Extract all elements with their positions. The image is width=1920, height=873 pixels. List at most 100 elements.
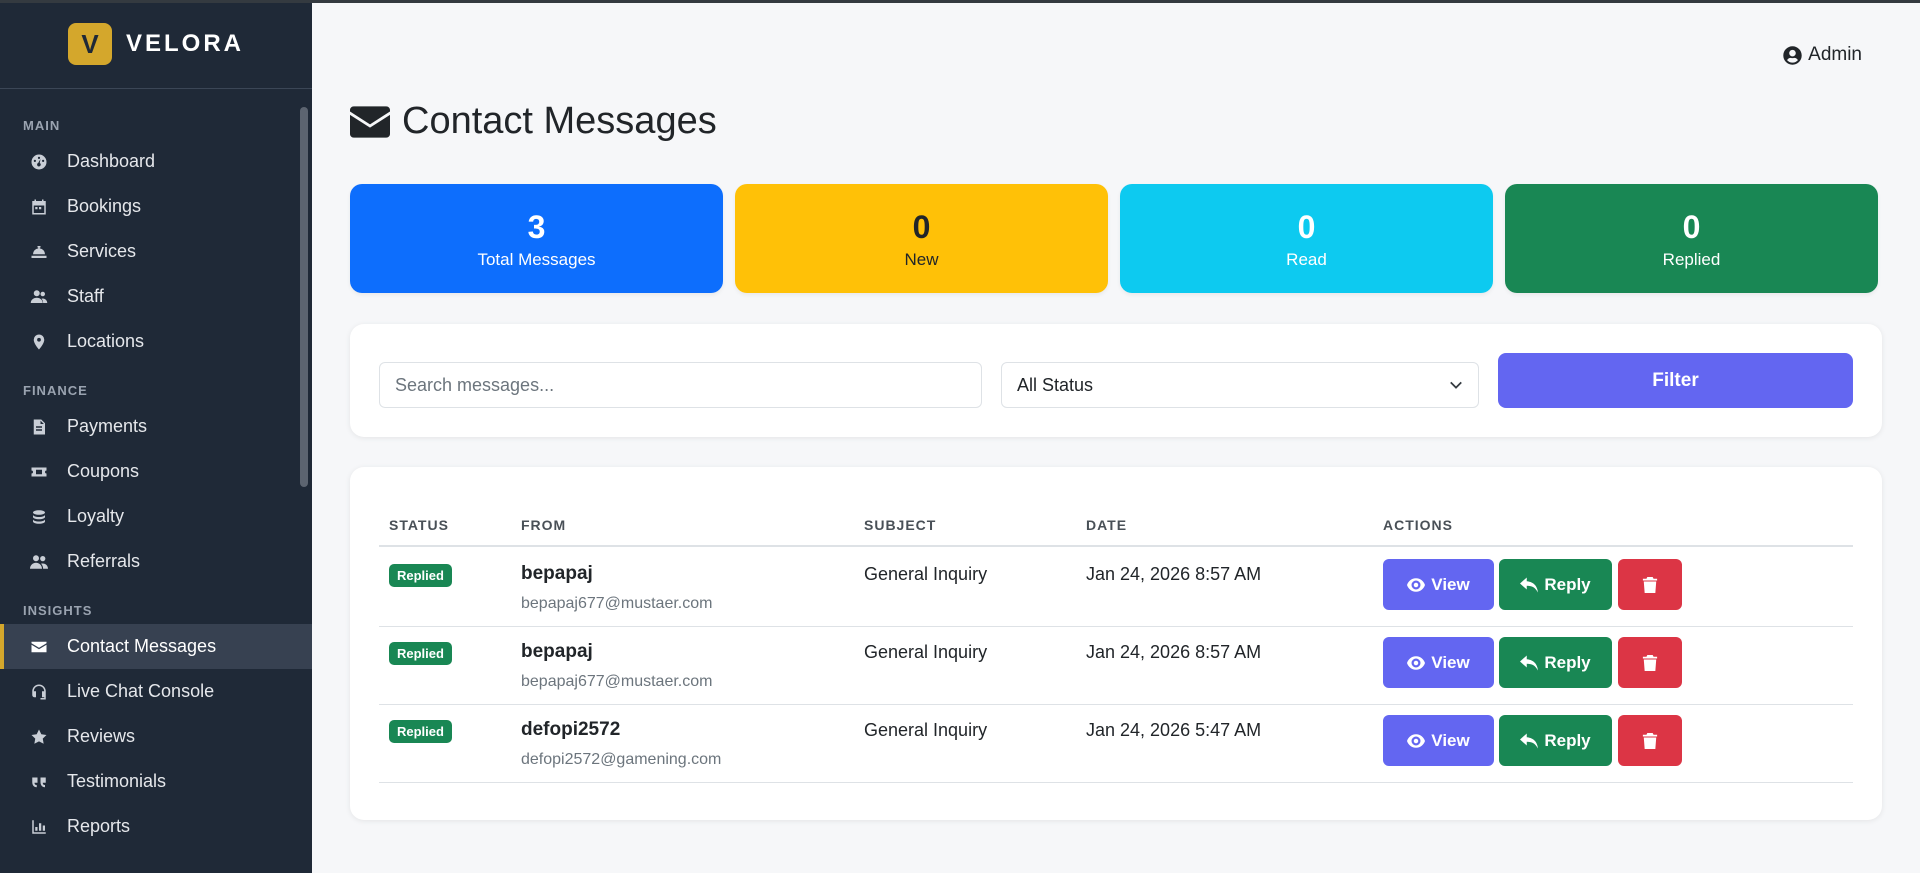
sidebar-item-coupons[interactable]: Coupons (0, 449, 312, 494)
chart-icon (28, 816, 50, 838)
sender-name: defopi2572 (521, 719, 621, 740)
search-input[interactable] (379, 362, 982, 408)
eye-icon (1407, 733, 1426, 748)
delete-button[interactable] (1618, 637, 1682, 688)
calendar-icon (28, 196, 50, 218)
sidebar-item-contact-messages[interactable]: Contact Messages (0, 624, 312, 669)
filter-button[interactable]: Filter (1498, 353, 1853, 408)
sidebar-item-staff[interactable]: Staff (0, 274, 312, 319)
view-button[interactable]: View (1383, 559, 1494, 610)
brand[interactable]: V VELORA (0, 0, 312, 89)
reply-button[interactable]: Reply (1499, 637, 1612, 688)
envelope-icon (350, 105, 390, 138)
sidebar-item-label: Loyalty (67, 506, 125, 526)
column-header-subject: SUBJECT (864, 517, 937, 533)
table-row: Replied bepapaj bepapaj677@mustaer.com Gene… (379, 549, 1853, 627)
sidebar-item-label: Contact Messages (67, 636, 217, 656)
delete-button[interactable] (1618, 559, 1682, 610)
stat-value: 0 (1682, 208, 1701, 245)
view-button[interactable]: View (1383, 637, 1494, 688)
map-pin-icon (28, 331, 50, 353)
users-icon (28, 286, 50, 308)
user-group-icon (28, 551, 50, 573)
sidebar-item-label: Dashboard (67, 151, 156, 171)
user-label: Admin (1808, 44, 1862, 65)
sidebar-item-reviews[interactable]: Reviews (0, 714, 312, 759)
nav-section-main: MAIN (23, 118, 61, 133)
sidebar-item-label: Coupons (67, 461, 140, 481)
stat-value: 0 (912, 208, 931, 245)
brand-logo: V (67, 23, 112, 65)
status-badge: Replied (389, 642, 452, 665)
sender-email: defopi2572@gamening.com (521, 751, 722, 768)
stat-label: Read (1286, 249, 1327, 269)
status-select[interactable]: All Status (1001, 362, 1479, 408)
sidebar-item-label: Locations (67, 331, 145, 351)
reply-icon (1520, 733, 1539, 748)
reply-button[interactable]: Reply (1499, 559, 1612, 610)
stat-label: New (904, 249, 939, 269)
column-header-actions: ACTIONS (1383, 517, 1453, 533)
status-select-value: All Status (1017, 374, 1094, 395)
stat-label: Total Messages (477, 249, 596, 269)
stats-row: 3 Total Messages 0 New 0 Read 0 Replied (350, 184, 1878, 293)
invoice-icon (28, 416, 50, 438)
sidebar-item-payments[interactable]: Payments (0, 404, 312, 449)
star-icon (28, 726, 50, 748)
sender-email: bepapaj677@mustaer.com (521, 673, 713, 690)
delete-button[interactable] (1618, 715, 1682, 766)
user-menu[interactable]: Admin (1783, 44, 1862, 66)
sender-email: bepapaj677@mustaer.com (521, 595, 713, 612)
top-border (0, 0, 1920, 3)
coins-icon (28, 506, 50, 528)
sidebar-item-referrals[interactable]: Referrals (0, 539, 312, 584)
sidebar-item-dashboard[interactable]: Dashboard (0, 139, 312, 184)
sidebar-item-bookings[interactable]: Bookings (0, 184, 312, 229)
stat-card-total-messages: 3 Total Messages (350, 184, 723, 293)
status-badge: Replied (389, 720, 452, 743)
sidebar-item-reports[interactable]: Reports (0, 804, 312, 849)
filter-card: All Status Filter (350, 324, 1882, 437)
trash-icon (1642, 654, 1658, 671)
sidebar-scrollbar-thumb[interactable] (300, 107, 308, 487)
view-button-label: View (1431, 730, 1470, 750)
sidebar-nav: MAIN Dashboard Bookings Services Staff Locati… (0, 89, 312, 849)
sidebar-item-live-chat-console[interactable]: Live Chat Console (0, 669, 312, 714)
sidebar: V VELORA MAIN Dashboard Bookings Services St… (0, 0, 312, 873)
reply-button-label: Reply (1544, 652, 1591, 672)
stat-card-new: 0 New (735, 184, 1108, 293)
headset-icon (28, 681, 50, 703)
message-date: Jan 24, 2026 8:57 AM (1086, 642, 1262, 662)
ticket-icon (28, 461, 50, 483)
main-content: Admin Contact Messages 3 Total Messages 0 N… (312, 0, 1920, 873)
reply-button-label: Reply (1544, 574, 1591, 594)
messages-table: STATUS FROM SUBJECT DATE ACTIONS Replied… (350, 467, 1882, 820)
sidebar-item-label: Referrals (67, 551, 141, 571)
view-button[interactable]: View (1383, 715, 1494, 766)
view-button-label: View (1431, 574, 1470, 594)
user-circle-icon (1783, 45, 1802, 65)
reply-button[interactable]: Reply (1499, 715, 1612, 766)
eye-icon (1407, 577, 1426, 592)
quote-icon (28, 771, 50, 793)
reply-button-label: Reply (1544, 730, 1591, 750)
table-header: STATUS FROM SUBJECT DATE ACTIONS (379, 507, 1853, 547)
message-subject: General Inquiry (864, 720, 988, 740)
sidebar-item-services[interactable]: Services (0, 229, 312, 274)
sidebar-item-locations[interactable]: Locations (0, 319, 312, 364)
table-row: Replied defopi2572 defopi2572@gamening.com… (379, 705, 1853, 783)
message-subject: General Inquiry (864, 642, 988, 662)
sidebar-item-testimonials[interactable]: Testimonials (0, 759, 312, 804)
nav-section-insights: INSIGHTS (23, 603, 93, 618)
nav-section-finance: FINANCE (23, 383, 88, 398)
sidebar-item-loyalty[interactable]: Loyalty (0, 494, 312, 539)
trash-icon (1642, 576, 1658, 593)
page-title: Contact Messages (350, 100, 717, 143)
column-header-date: DATE (1086, 517, 1128, 533)
sidebar-item-label: Reviews (67, 726, 136, 746)
sidebar-item-label: Live Chat Console (67, 681, 215, 701)
message-date: Jan 24, 2026 5:47 AM (1086, 720, 1262, 740)
envelope-icon (28, 636, 50, 658)
view-button-label: View (1431, 652, 1470, 672)
column-header-status: STATUS (389, 517, 449, 533)
